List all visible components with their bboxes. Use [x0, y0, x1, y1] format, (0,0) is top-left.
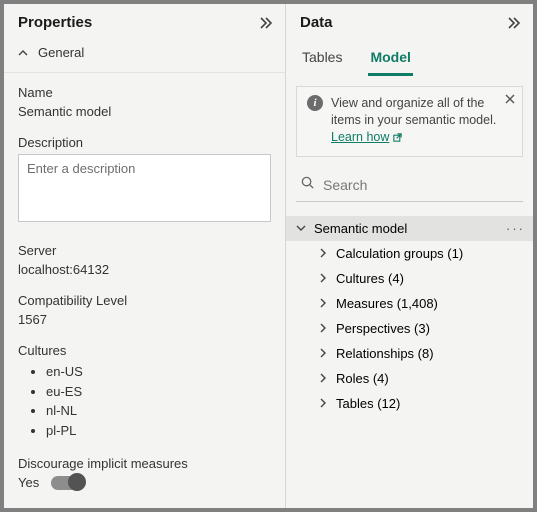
- server-value: localhost:64132: [18, 262, 271, 277]
- info-icon: i: [307, 95, 323, 111]
- name-label: Name: [18, 85, 271, 100]
- list-item: pl-PL: [46, 421, 271, 441]
- general-section-header[interactable]: General: [4, 39, 285, 73]
- tree-item[interactable]: Measures (1,408): [286, 291, 533, 316]
- description-input[interactable]: [18, 154, 271, 222]
- tab-model[interactable]: Model: [368, 45, 412, 76]
- discourage-toggle[interactable]: [51, 476, 85, 490]
- tree-item[interactable]: Perspectives (3): [286, 316, 533, 341]
- compat-label: Compatibility Level: [18, 293, 271, 308]
- tree-item-label: Cultures (4): [336, 271, 404, 286]
- tab-tables[interactable]: Tables: [300, 45, 344, 76]
- discourage-label: Discourage implicit measures: [18, 456, 271, 471]
- properties-title: Properties: [18, 14, 92, 31]
- list-item: eu-ES: [46, 382, 271, 402]
- info-banner: i View and organize all of the items in …: [296, 86, 523, 157]
- tree-item-label: Perspectives (3): [336, 321, 430, 336]
- chevron-right-icon: [318, 323, 328, 333]
- tree-item[interactable]: Calculation groups (1): [286, 241, 533, 266]
- close-icon[interactable]: [504, 93, 516, 108]
- tree-root-label: Semantic model: [314, 221, 407, 236]
- data-panel: Data Tables Model i View and organize al…: [286, 4, 533, 508]
- data-title: Data: [300, 14, 333, 31]
- model-tree: Semantic model ··· Calculation groups (1…: [286, 216, 533, 416]
- tree-item-label: Tables (12): [336, 396, 400, 411]
- tree-item[interactable]: Cultures (4): [286, 266, 533, 291]
- list-item: en-US: [46, 362, 271, 382]
- tree-item[interactable]: Roles (4): [286, 366, 533, 391]
- chevron-right-icon: [318, 298, 328, 308]
- tree-item[interactable]: Tables (12): [286, 391, 533, 416]
- cultures-list: en-US eu-ES nl-NL pl-PL: [18, 362, 271, 440]
- external-link-icon: [392, 132, 403, 143]
- chevron-up-icon: [18, 48, 28, 58]
- chevron-right-icon: [318, 398, 328, 408]
- search-input[interactable]: [321, 176, 521, 194]
- list-item: nl-NL: [46, 401, 271, 421]
- description-label: Description: [18, 135, 271, 150]
- search-icon: [300, 175, 315, 195]
- compat-value: 1567: [18, 312, 271, 327]
- chevron-down-icon: [296, 223, 306, 233]
- name-value: Semantic model: [18, 104, 271, 119]
- tree-item-label: Relationships (8): [336, 346, 434, 361]
- chevron-right-icon: [318, 373, 328, 383]
- server-label: Server: [18, 243, 271, 258]
- properties-panel: Properties General Name Semantic model D…: [4, 4, 286, 508]
- collapse-right-icon[interactable]: [505, 15, 521, 31]
- chevron-right-icon: [318, 248, 328, 258]
- tree-item-label: Calculation groups (1): [336, 246, 463, 261]
- collapse-right-icon[interactable]: [257, 15, 273, 31]
- more-icon[interactable]: ···: [506, 221, 525, 236]
- info-text: View and organize all of the items in yo…: [331, 96, 496, 127]
- cultures-label: Cultures: [18, 343, 271, 358]
- chevron-right-icon: [318, 273, 328, 283]
- chevron-right-icon: [318, 348, 328, 358]
- discourage-value: Yes: [18, 475, 39, 490]
- tree-item[interactable]: Relationships (8): [286, 341, 533, 366]
- general-section-label: General: [38, 45, 84, 60]
- search-input-wrap[interactable]: [296, 171, 523, 202]
- learn-how-link[interactable]: Learn how: [331, 129, 403, 146]
- tree-root[interactable]: Semantic model ···: [286, 216, 533, 241]
- tree-item-label: Roles (4): [336, 371, 389, 386]
- tree-item-label: Measures (1,408): [336, 296, 438, 311]
